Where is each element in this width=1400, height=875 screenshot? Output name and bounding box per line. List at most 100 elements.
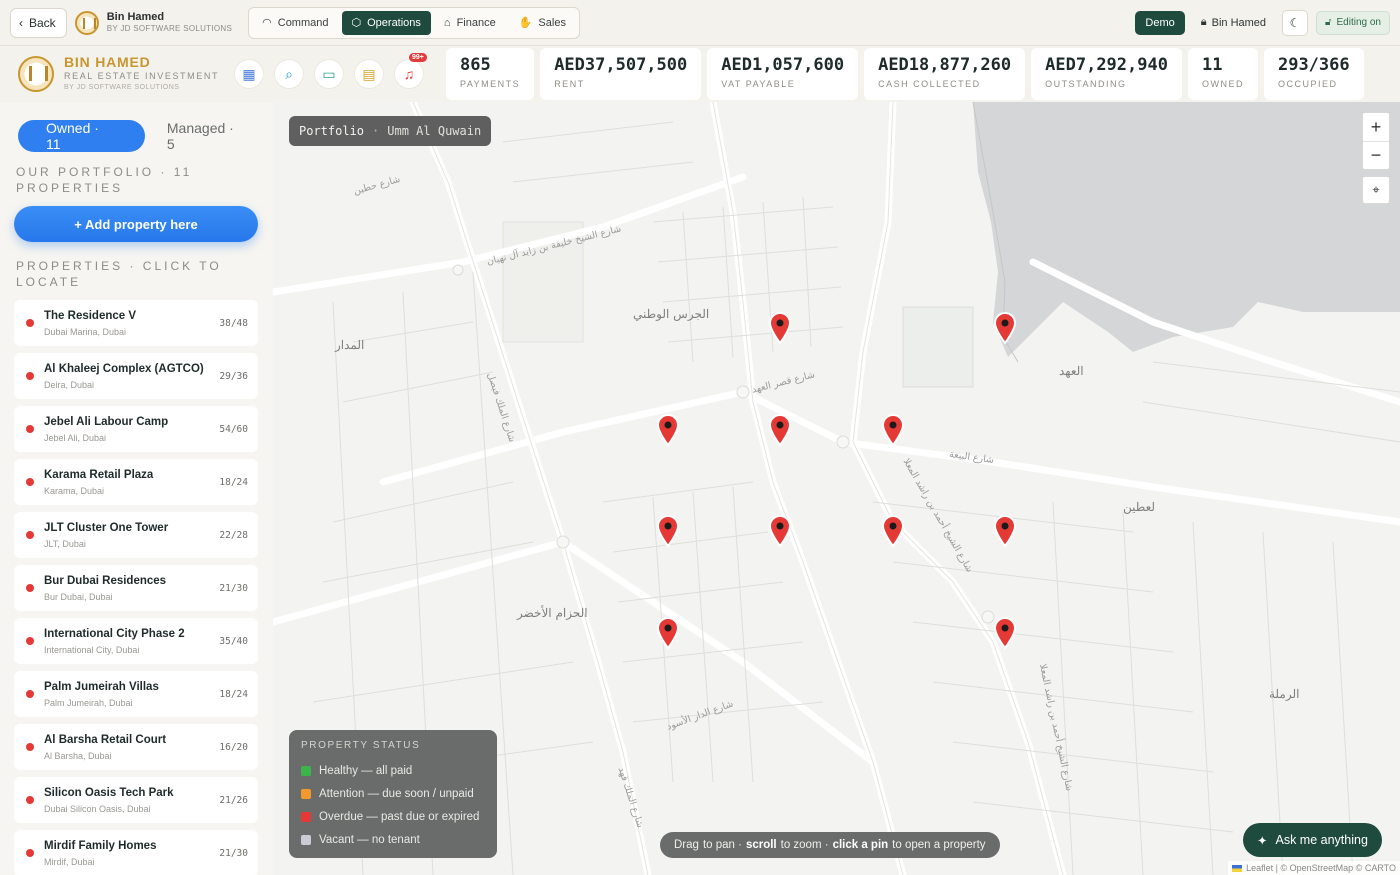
map-canvas[interactable]: الجرس الوطني المدار العهد لعطين الحزام ا… [273, 102, 1400, 875]
property-pin[interactable] [656, 515, 680, 548]
theme-toggle-button[interactable]: ☾ [1282, 9, 1309, 36]
hint-scroll: scroll [745, 839, 777, 851]
list-item[interactable]: Mirdif Family Homes Mirdif, Dubai 21/30 [14, 830, 258, 875]
list-item[interactable]: Bur Dubai Residences Bur Dubai, Dubai 21/3… [14, 565, 258, 611]
document-icon: ▤ [362, 65, 376, 82]
grid-button[interactable]: ▦ [234, 59, 264, 89]
property-area: Karama, Dubai [44, 485, 105, 496]
property-pin[interactable] [656, 617, 680, 650]
stat-outstanding[interactable]: AED7,292,940 OUTSTANDING [1031, 48, 1182, 100]
property-area: Al Barsha, Dubai [44, 750, 112, 761]
property-name: Mirdif Family Homes [44, 839, 157, 852]
property-pin[interactable] [993, 515, 1017, 548]
user-menu[interactable]: 🔒︎ Bin Hamed [1193, 11, 1274, 35]
zoom-out-button[interactable]: − [1363, 141, 1389, 169]
user-name: Bin Hamed [1211, 16, 1267, 29]
hint-drag: Drag [674, 839, 699, 851]
map-attribution[interactable]: Leaflet | © OpenStreetMap © CARTO [1228, 861, 1400, 875]
editing-toggle[interactable]: 🔓︎ Editing on [1316, 10, 1390, 35]
sparkle-icon: ✦ [1257, 833, 1268, 848]
property-pin[interactable] [993, 617, 1017, 650]
property-pin[interactable] [768, 312, 792, 345]
property-occupancy: 21/30 [219, 582, 248, 594]
stat-value: 11 [1201, 55, 1223, 75]
property-occupancy: 29/36 [219, 370, 248, 382]
property-pin[interactable] [993, 312, 1017, 345]
hint-click: click a pin [832, 839, 889, 851]
property-pin[interactable] [881, 515, 905, 548]
property-occupancy: 18/24 [219, 688, 248, 700]
crosshair-icon: ⌖ [1372, 182, 1380, 197]
top-right-controls: Demo 🔒︎ Bin Hamed ☾ 🔓︎ Editing on [1135, 9, 1390, 36]
list-item[interactable]: Al Khaleej Complex (AGTCO) Deira, Dubai 29… [14, 353, 258, 399]
ask-assistant-button[interactable]: ✦ Ask me anything [1243, 823, 1382, 857]
tab-label: Operations [367, 16, 421, 29]
demo-badge[interactable]: Demo [1135, 10, 1185, 35]
stat-owned[interactable]: 11 OWNED [1187, 48, 1258, 100]
back-button[interactable]: ‹ Back [10, 7, 67, 38]
list-item[interactable]: International City Phase 2 International … [14, 618, 258, 664]
stat-cash-collected[interactable]: AED18,877,260 CASH COLLECTED [864, 48, 1026, 100]
property-pin[interactable] [768, 414, 792, 447]
documents-button[interactable]: ▤ [354, 59, 384, 89]
list-item[interactable]: Silicon Oasis Tech Park Dubai Silicon Oas… [14, 777, 258, 823]
tab-label: Sales [538, 16, 566, 29]
stat-vat-payable[interactable]: AED1,057,600 VAT PAYABLE [707, 48, 859, 100]
locate-button[interactable]: ⌖ [1362, 176, 1390, 204]
status-dot [26, 531, 34, 539]
stat-rent[interactable]: AED37,507,500 RENT [540, 48, 702, 100]
tab-owned[interactable]: Owned · 11 [18, 120, 145, 152]
list-item[interactable]: JLT Cluster One Tower JLT, Dubai 22/28 [14, 512, 258, 558]
handshake-icon: ✋ [518, 17, 533, 29]
tab-managed[interactable]: Managed · 5 [153, 120, 259, 152]
notification-badge: 99+ [409, 53, 427, 62]
property-name: International City Phase 2 [44, 627, 185, 640]
property-pin[interactable] [881, 414, 905, 447]
brand-block: BIN HAMED REAL ESTATE INVESTMENT BY JD S… [0, 55, 230, 93]
city-label: Umm Al Quwain [387, 124, 482, 138]
tab-operations[interactable]: ⬡ Operations [341, 10, 431, 35]
property-occupancy: 54/60 [219, 423, 248, 435]
stat-value: AED37,507,500 [554, 55, 688, 75]
zoom-in-button[interactable]: + [1363, 113, 1389, 141]
stat-value: 293/366 [1277, 55, 1350, 75]
tab-sales[interactable]: ✋ Sales [509, 11, 576, 35]
sidebar: Owned · 11 Managed · 5 OUR PORTFOLIO · 1… [0, 102, 273, 875]
legend-title: PROPERTY STATUS [301, 740, 421, 751]
list-item[interactable]: Al Barsha Retail Court Al Barsha, Dubai 16… [14, 724, 258, 770]
list-item[interactable]: The Residence V Dubai Marina, Dubai 38/48 [14, 300, 258, 346]
list-item[interactable]: Karama Retail Plaza Karama, Dubai 18/24 [14, 459, 258, 505]
property-area: Dubai Silicon Oasis, Dubai [44, 803, 151, 814]
property-pin[interactable] [768, 515, 792, 548]
portfolio-label: Portfolio [299, 124, 365, 138]
tab-command[interactable]: ◠ Command [252, 11, 338, 35]
stats-strip: 865 PAYMENTS AED37,507,500 RENT AED1,057,6… [446, 48, 1380, 100]
place-label: الرملة [1269, 687, 1300, 701]
brand-name: Bin Hamed [106, 11, 165, 23]
notifications-button[interactable]: ♫ 99+ [394, 53, 427, 89]
dashboard-header: BIN HAMED REAL ESTATE INVESTMENT BY JD S… [0, 46, 1400, 102]
back-label: Back [29, 15, 56, 30]
tab-finance[interactable]: ⌂ Finance [434, 11, 506, 35]
place-label: العهد [1059, 364, 1084, 378]
property-area: Jebel Ali, Dubai [44, 432, 107, 443]
quick-actions: ▦ ⌕ ▭ ▤ ♫ 99+ [234, 53, 427, 89]
stat-label: PAYMENTS [460, 79, 521, 89]
stat-occupied[interactable]: 293/366 OCCUPIED [1263, 48, 1364, 100]
moon-icon: ☾ [1289, 15, 1301, 30]
property-area: Palm Jumeirah, Dubai [44, 697, 133, 708]
property-occupancy: 22/28 [219, 529, 248, 541]
search-button[interactable]: ⌕ [274, 59, 304, 89]
legend-swatch [301, 811, 311, 822]
property-area: JLT, Dubai [44, 538, 86, 549]
legend-label: Attention — due soon / unpaid [319, 787, 474, 800]
payments-button[interactable]: ▭ [314, 59, 344, 89]
stat-payments[interactable]: 865 PAYMENTS [446, 48, 535, 100]
list-item[interactable]: Palm Jumeirah Villas Palm Jumeirah, Dubai… [14, 671, 258, 717]
add-property-button[interactable]: + Add property here [14, 206, 258, 242]
bank-icon: ⌂ [443, 16, 451, 29]
property-pin[interactable] [656, 414, 680, 447]
property-name: Silicon Oasis Tech Park [44, 786, 174, 799]
editing-label: Editing on [1336, 17, 1381, 28]
list-item[interactable]: Jebel Ali Labour Camp Jebel Ali, Dubai 54/… [14, 406, 258, 452]
